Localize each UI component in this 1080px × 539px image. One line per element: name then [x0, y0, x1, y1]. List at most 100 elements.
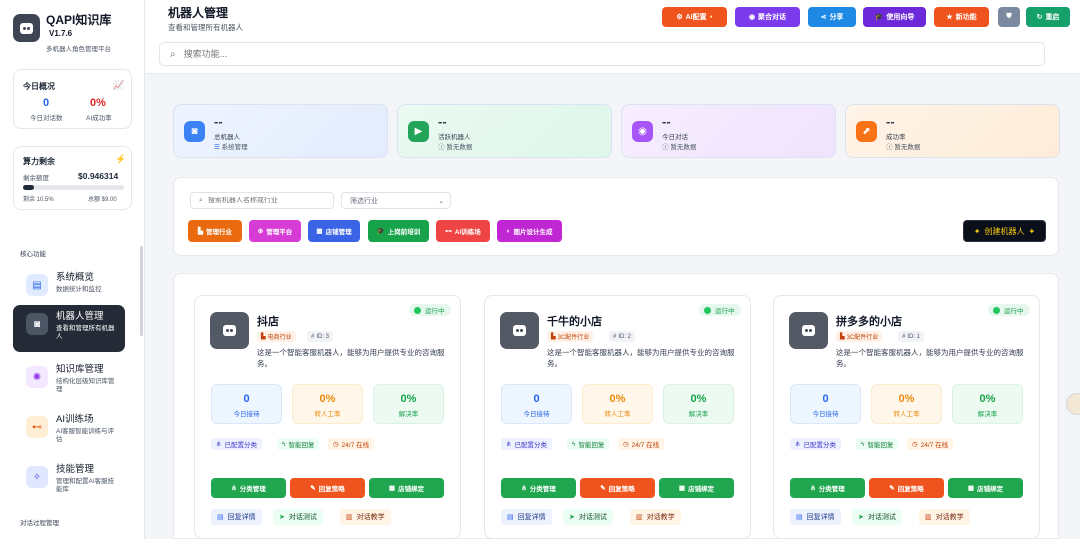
sidebar-item-label: 技能管理 [56, 464, 95, 475]
clock-icon: ◷ [623, 441, 629, 448]
sidebar-item-robots[interactable]: ◙ 机器人管理 查看和管理所有机器人 [13, 305, 125, 352]
store-bind-button[interactable]: ▦ 店铺绑定 [369, 478, 444, 498]
guide-button[interactable]: 🎓 使用向导 [863, 7, 926, 27]
today-overview-card: 今日概况 📈 0 今日对话数 0% AI成功率 [13, 69, 132, 129]
book-icon: ▥ [925, 514, 932, 521]
sidebar-item-desc: 数据统计和监控 [56, 286, 102, 293]
aggregate-chat-label: 聚合对话 [758, 14, 787, 21]
metric-resolve-rate: 0% 解决率 [952, 384, 1023, 424]
new-features-button[interactable]: ★ 新功能 [934, 7, 989, 27]
hash-icon: # [311, 333, 315, 340]
store-bind-button[interactable]: ▦ 店铺绑定 [948, 478, 1023, 498]
clock-icon: ◷ [333, 441, 339, 448]
sidebar-item-desc: 查看和管理所有机器人 [56, 325, 115, 340]
sidebar-item-training[interactable]: ⊷ AI训练场 AI客服智能训练与评估 [13, 408, 125, 453]
shield-icon: ⛊ [1006, 13, 1012, 20]
quota-progress [23, 185, 124, 190]
tag-manage-platform[interactable]: ⊕ 管理平台 [249, 220, 301, 242]
chat-test-link[interactable]: ➤ 对话测试 [273, 509, 323, 525]
chat-teaching-link[interactable]: ▥ 对话教学 [630, 509, 681, 525]
compute-card: 算力剩余 ⚡ 剩余额度 $0.946314 剩余 10.5% 总额 $9.00 [13, 146, 132, 210]
sidebar-scrollbar[interactable] [140, 246, 143, 336]
bot-card[interactable]: 千牛的小店 运行中 ▙ 3C配件行业 # ID: 2 这是一个智能客服机器人，能够为… [484, 295, 751, 539]
sidebar-item-skills[interactable]: ✧ 技能管理 管理和配置AI客服技能库 [13, 458, 125, 503]
feature-search-input[interactable] [183, 49, 884, 59]
bolt-icon: ϟ [861, 440, 865, 448]
send-icon: ➤ [858, 514, 864, 521]
stat-value: -- [886, 114, 895, 129]
bot-search-field[interactable]: ⌕ [190, 192, 334, 209]
chart-icon: 📈 [113, 80, 125, 90]
store-bind-button[interactable]: ▦ 店铺绑定 [659, 478, 734, 498]
sidebar: QAPI知识库 V1.7.6 多机器人角色管理平台 今日概况 📈 0 今日对话数… [0, 0, 145, 539]
chat-test-link[interactable]: ➤ 对话测试 [852, 509, 902, 525]
gear-icon: ⚙ [676, 14, 683, 21]
tag-image-design[interactable]: ◐ 图片设计生成 [497, 220, 562, 242]
feature-search[interactable]: ⌕ [159, 42, 1045, 66]
industry-select-value: 筛选行业 [350, 197, 378, 205]
page-subtitle: 查看和管理所有机器人 [168, 23, 243, 32]
category-manage-button[interactable]: ⋔ 分类管理 [211, 478, 286, 498]
metric-transfer-rate: 0% 转人工率 [871, 384, 942, 424]
reply-detail-link[interactable]: ▤ 回复详情 [211, 509, 262, 525]
bot-card[interactable]: 抖店 运行中 ▙ 电商行业 # ID: 3 这是一个智能客服机器人，能够为用户提供专… [194, 295, 461, 539]
tag-ai-training[interactable]: ⊷ AI训练场 [436, 220, 490, 242]
feature-badge: ϟ 智能回复 [277, 438, 320, 450]
chart-icon: ▤ [26, 274, 48, 296]
bot-search-input[interactable] [207, 197, 323, 204]
send-icon: ➤ [569, 514, 575, 521]
id-badge: # ID: 3 [307, 331, 334, 342]
quota-label: 剩余额度 [23, 175, 49, 182]
sitemap-icon: ⋔ [810, 485, 816, 492]
section-core-label: 核心功能 [20, 251, 46, 258]
reply-strategy-button[interactable]: ✎ 回复策略 [580, 478, 655, 498]
feature-badge: ϟ 智能回复 [567, 438, 610, 450]
store-icon: ▦ [388, 485, 396, 492]
avatar[interactable] [1066, 393, 1080, 415]
chat-teaching-link[interactable]: ▥ 对话教学 [340, 509, 391, 525]
bolt-icon: ⚡ [115, 154, 127, 164]
industry-select[interactable]: 筛选行业 ⌄ [341, 192, 451, 209]
share-button[interactable]: ⋖ 分享 [808, 7, 856, 27]
feature-badge: ◷ 24/7 在线 [618, 438, 665, 450]
restart-button[interactable]: ↻ 重启 [1026, 7, 1070, 27]
tag-pre-job-training[interactable]: 🎓 上岗前培训 [368, 220, 429, 242]
ai-config-label: AI配置 [685, 14, 707, 21]
document-icon: ▤ [796, 514, 803, 521]
stat-label: 成功率 [886, 134, 906, 141]
category-manage-button[interactable]: ⋔ 分类管理 [501, 478, 576, 498]
section-dialog-label: 对话过程管理 [20, 520, 59, 527]
create-bot-button[interactable]: ✦ 创建机器人 ✦ [963, 220, 1046, 242]
sidebar-item-knowledge[interactable]: ✺ 知识库管理 结构化层级知识库管理 [13, 358, 125, 403]
chat-test-link[interactable]: ➤ 对话测试 [563, 509, 613, 525]
category-manage-button[interactable]: ⋔ 分类管理 [790, 478, 865, 498]
robot-icon: ◙ [26, 313, 48, 335]
chat-teaching-link[interactable]: ▥ 对话教学 [919, 509, 970, 525]
status-dot-icon [993, 306, 1000, 314]
tag-store-manage[interactable]: ▦ 店铺管理 [308, 220, 360, 242]
bot-card[interactable]: 拼多多的小店 运行中 ▙ 3C配件行业 # ID: 1 这是一个智能客服机器人，能够… [773, 295, 1040, 539]
industry-badge: ▙ 3C配件行业 [547, 331, 594, 342]
robot-face [802, 325, 815, 336]
stat-card-today-chats: ◉ -- 今日对话 ⓘ 暂无数据 [621, 104, 836, 158]
chevron-down-icon: ⌄ [438, 197, 444, 205]
search-icon: ⌕ [199, 196, 203, 204]
share-label: 分享 [829, 14, 844, 21]
clock-icon: ◷ [912, 441, 918, 448]
status-dot-icon [704, 306, 711, 314]
store-icon: ▦ [316, 228, 323, 235]
shield-button[interactable]: ⛊ [998, 7, 1020, 27]
document-icon: ▤ [217, 514, 224, 521]
aggregate-chat-button[interactable]: ◉ 聚合对话 [735, 7, 800, 27]
play-icon: ▶ [408, 121, 429, 142]
reply-strategy-button[interactable]: ✎ 回复策略 [290, 478, 365, 498]
reply-strategy-button[interactable]: ✎ 回复策略 [869, 478, 944, 498]
robot-icon [500, 312, 539, 349]
reply-detail-link[interactable]: ▤ 回复详情 [501, 509, 552, 525]
info-icon: ⓘ [886, 144, 893, 151]
ai-config-button[interactable]: ⚙ AI配置 ● [662, 7, 727, 27]
sidebar-item-desc: AI客服智能训练与评估 [56, 428, 115, 443]
tag-manage-industry[interactable]: ▙ 管理行业 [188, 220, 242, 242]
status-dot-icon [414, 306, 421, 314]
reply-detail-link[interactable]: ▤ 回复详情 [790, 509, 841, 525]
